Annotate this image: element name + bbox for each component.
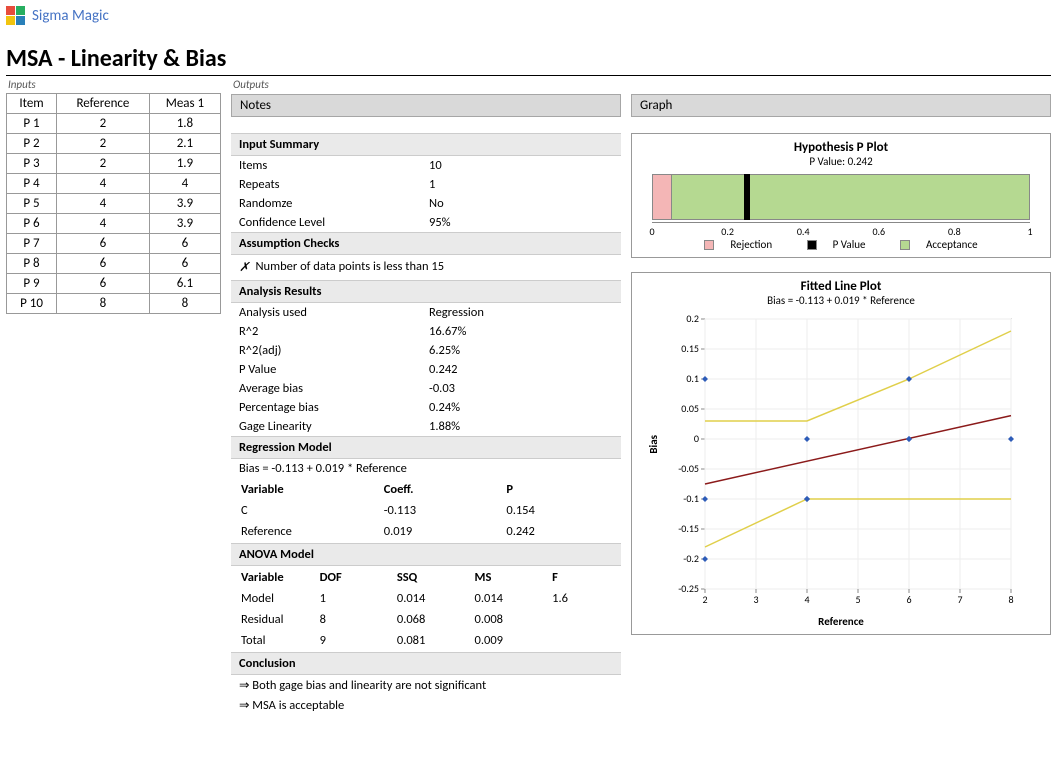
pplot-axis: 00.20.40.60.81	[652, 222, 1030, 236]
kv-row: Analysis usedRegression	[231, 303, 621, 322]
pplot-legend: Rejection P Value Acceptance	[638, 238, 1044, 251]
kv-row: Items10	[231, 156, 621, 175]
svg-text:5: 5	[855, 593, 860, 606]
legend-swatch-pvalue	[807, 240, 817, 250]
kv-row: Repeats1	[231, 175, 621, 194]
table-row: P 966.1	[7, 274, 221, 294]
svg-text:0.1: 0.1	[686, 372, 699, 385]
svg-text:0.2: 0.2	[686, 313, 699, 325]
brand-name: Sigma Magic	[32, 7, 109, 25]
table-row: P 444	[7, 174, 221, 194]
regression-equation: Bias = -0.113 + 0.019 * Reference	[231, 459, 621, 478]
assumption-line: ✗ Number of data points is less than 15	[231, 255, 621, 280]
pplot-subtitle: P Value: 0.242	[638, 155, 1044, 168]
outputs-panel-label: Outputs	[231, 78, 269, 91]
table-row: P 643.9	[7, 214, 221, 234]
svg-text:0.15: 0.15	[681, 342, 699, 355]
table-row: Total90.0810.009	[233, 631, 619, 650]
table-row: Residual80.0680.008	[233, 610, 619, 629]
table-row: P 543.9	[7, 194, 221, 214]
kv-row: Confidence Level95%	[231, 213, 621, 232]
legend-swatch-acceptance	[900, 240, 910, 250]
regression-header: Regression Model	[231, 436, 621, 459]
kv-row: Average bias-0.03	[231, 379, 621, 398]
fitted-title: Fitted Line Plot	[638, 279, 1044, 294]
svg-text:0: 0	[694, 432, 699, 445]
anova-header: ANOVA Model	[231, 543, 621, 566]
inputs-table: ItemReferenceMeas 1 P 121.8P 222.1P 321.…	[6, 93, 221, 314]
kv-row: RandomzeNo	[231, 194, 621, 213]
notes-header: Notes	[231, 94, 621, 117]
svg-text:4: 4	[804, 593, 809, 606]
table-row: Reference0.0190.242	[233, 522, 619, 541]
fitted-line-plot: Fitted Line Plot Bias = -0.113 + 0.019 *…	[631, 272, 1051, 635]
kv-row: R^2(adj)6.25%	[231, 341, 621, 360]
table-row: P 1088	[7, 294, 221, 314]
conclusion-line: ⇒ MSA is acceptable	[231, 695, 621, 715]
brand-header: Sigma Magic	[6, 6, 1051, 26]
regression-table: VariableCoeff.P C-0.1130.154Reference0.0…	[231, 478, 621, 543]
table-row: Model10.0140.0141.6	[233, 589, 619, 608]
svg-text:6: 6	[906, 593, 911, 606]
inputs-panel-label: Inputs	[6, 78, 221, 91]
svg-text:-0.25: -0.25	[678, 582, 699, 595]
svg-text:3: 3	[753, 593, 758, 606]
svg-text:-0.2: -0.2	[683, 552, 699, 565]
graph-header: Graph	[631, 94, 1051, 117]
conclusion-header: Conclusion	[231, 652, 621, 675]
legend-swatch-rejection	[704, 240, 714, 250]
table-row: P 222.1	[7, 134, 221, 154]
brand-logo-icon	[6, 6, 26, 26]
table-row: P 321.9	[7, 154, 221, 174]
assumption-text: Number of data points is less than 15	[255, 259, 444, 274]
fitted-svg: 0.2 0.15 0.1 0.05 0 -0.05 -0.1 -0.15 -0.2 -0.252 3…	[661, 313, 1021, 613]
fail-icon: ✗	[239, 259, 249, 274]
inputs-col-header: Reference	[57, 94, 150, 114]
inputs-col-header: Meas 1	[149, 94, 220, 114]
page-title: MSA - Linearity & Bias	[6, 44, 1051, 76]
kv-row: R^216.67%	[231, 322, 621, 341]
input-summary-header: Input Summary	[231, 133, 621, 156]
fitted-xlabel: Reference	[638, 615, 1044, 628]
pplot-rejection-region	[653, 175, 672, 219]
pplot-pvalue-marker	[744, 174, 750, 220]
kv-row: Gage Linearity1.88%	[231, 417, 621, 436]
svg-text:2: 2	[702, 593, 707, 606]
svg-text:8: 8	[1008, 593, 1013, 606]
hypothesis-p-plot: Hypothesis P Plot P Value: 0.242 00.20.4…	[631, 133, 1051, 258]
fitted-subtitle: Bias = -0.113 + 0.019 * Reference	[638, 294, 1044, 307]
svg-text:7: 7	[957, 593, 962, 606]
table-row: P 866	[7, 254, 221, 274]
table-row: P 121.8	[7, 114, 221, 134]
svg-text:-0.05: -0.05	[678, 462, 699, 475]
table-row: C-0.1130.154	[233, 501, 619, 520]
kv-row: P Value0.242	[231, 360, 621, 379]
svg-text:0.05: 0.05	[681, 402, 699, 415]
inputs-col-header: Item	[7, 94, 57, 114]
fitted-ylabel: Bias	[647, 435, 660, 454]
svg-text:-0.15: -0.15	[678, 522, 699, 535]
assumption-header: Assumption Checks	[231, 232, 621, 255]
conclusion-line: ⇒ Both gage bias and linearity are not s…	[231, 675, 621, 695]
pplot-bar	[652, 174, 1030, 220]
analysis-header: Analysis Results	[231, 280, 621, 303]
anova-table: VariableDOFSSQMSF Model10.0140.0141.6Res…	[231, 566, 621, 652]
kv-row: Percentage bias0.24%	[231, 398, 621, 417]
svg-text:-0.1: -0.1	[683, 492, 699, 505]
table-row: P 766	[7, 234, 221, 254]
pplot-title: Hypothesis P Plot	[638, 140, 1044, 155]
